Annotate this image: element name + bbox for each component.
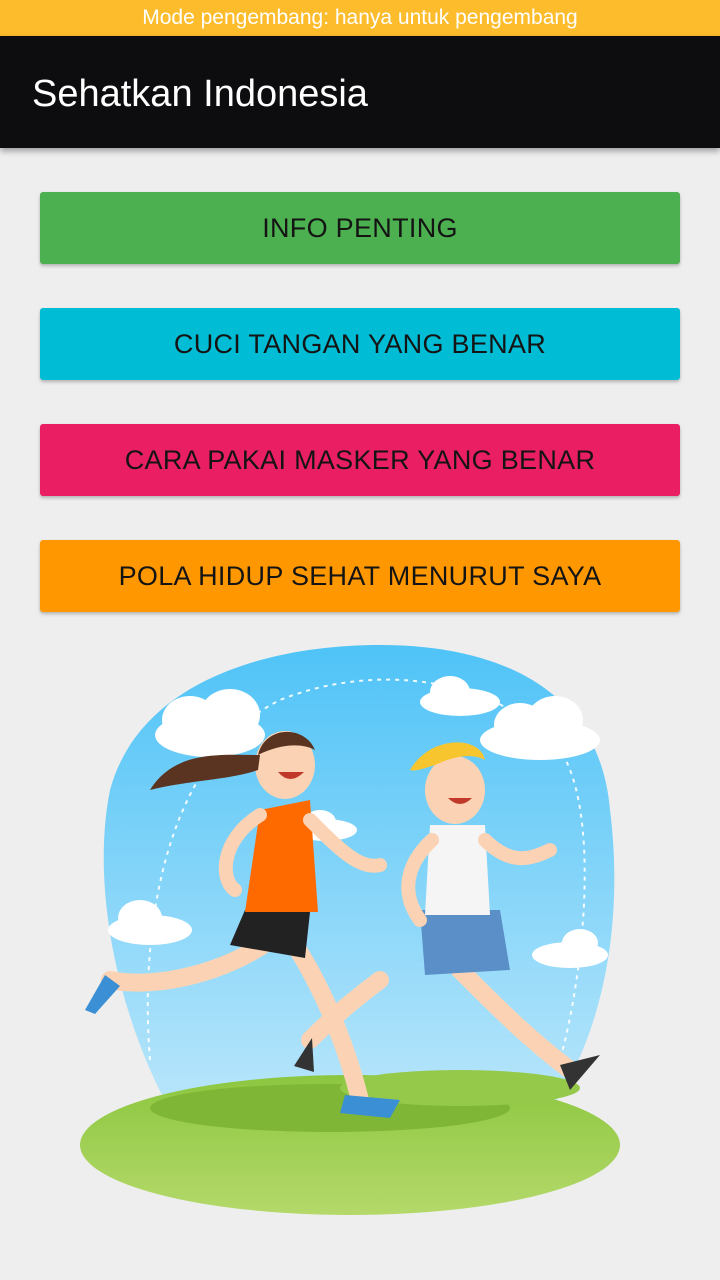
cara-pakai-masker-button[interactable]: CARA PAKAI MASKER YANG BENAR: [40, 424, 680, 496]
developer-mode-banner: Mode pengembang: hanya untuk pengembang: [0, 0, 720, 36]
pola-hidup-sehat-button[interactable]: POLA HIDUP SEHAT MENURUT SAYA: [40, 540, 680, 612]
running-couple-illustration: [80, 640, 650, 1220]
app-title: Sehatkan Indonesia: [32, 73, 368, 115]
app-bar: Sehatkan Indonesia: [0, 36, 720, 148]
cuci-tangan-button[interactable]: CUCI TANGAN YANG BENAR: [40, 308, 680, 380]
info-penting-button[interactable]: INFO PENTING: [40, 192, 680, 264]
